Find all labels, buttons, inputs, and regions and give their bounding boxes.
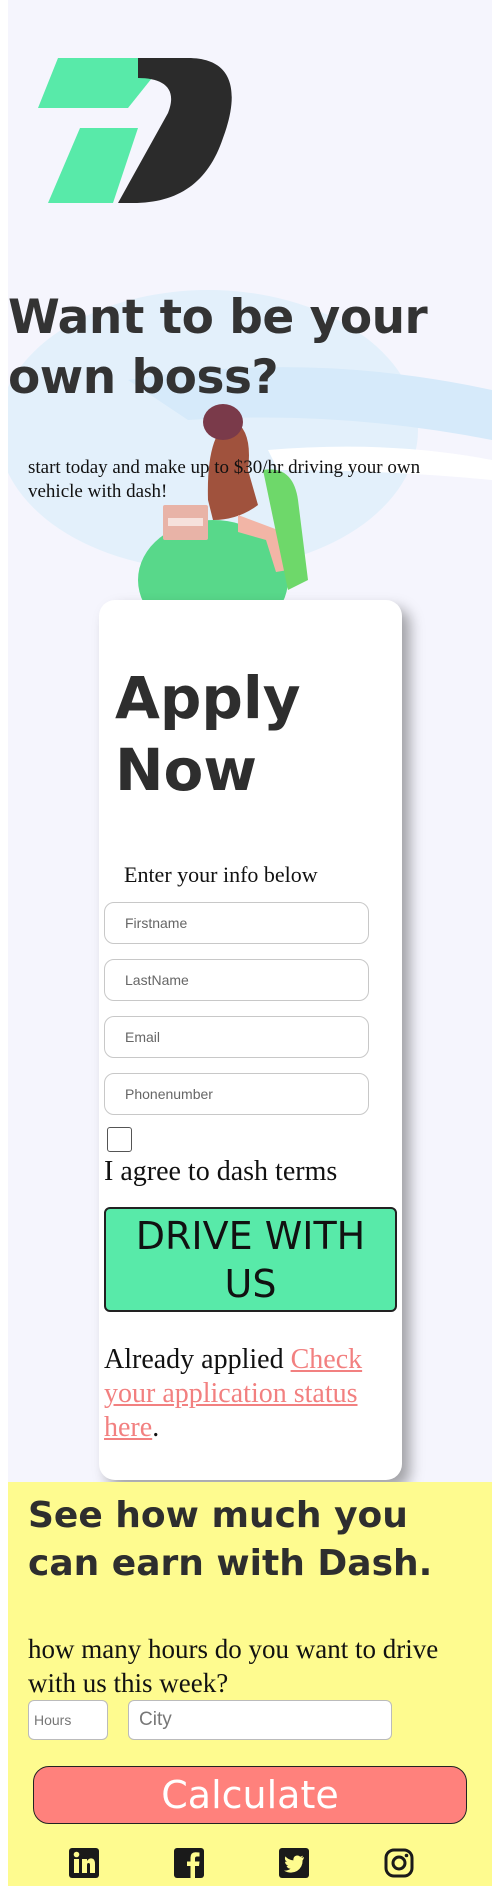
period: .	[152, 1412, 160, 1443]
drive-with-us-button[interactable]: DRIVE WITH US	[104, 1207, 397, 1312]
lastname-field[interactable]	[104, 959, 369, 1001]
terms-checkbox[interactable]	[107, 1127, 132, 1152]
twitter-icon[interactable]	[278, 1847, 310, 1879]
hours-input[interactable]	[28, 1700, 108, 1740]
facebook-icon[interactable]	[173, 1847, 205, 1879]
already-applied-text: Already applied Check your application s…	[104, 1343, 394, 1445]
calculator-question: how many hours do you want to drive with…	[28, 1634, 439, 1698]
phone-field[interactable]	[104, 1073, 369, 1115]
instagram-icon[interactable]	[383, 1847, 415, 1879]
hero-subtitle: start today and make up to $30/hr drivin…	[28, 457, 421, 502]
page: Want to be your own boss? start today an…	[8, 0, 492, 1886]
email-field[interactable]	[104, 1016, 369, 1058]
terms-label: I agree to dash terms	[104, 1156, 338, 1187]
linkedin-icon[interactable]	[68, 1847, 100, 1879]
dash-logo	[38, 58, 232, 203]
calculate-button[interactable]: Calculate	[33, 1766, 467, 1824]
firstname-field[interactable]	[104, 902, 369, 944]
hero-title: Want to be your own boss?	[8, 290, 428, 405]
earnings-calculator: See how much you can earn with Dash. how…	[8, 1482, 492, 1886]
social-links	[8, 1847, 492, 1883]
apply-card: Apply Now Enter your info below I agree …	[99, 600, 402, 1480]
apply-subtitle: Enter your info below	[124, 862, 318, 887]
apply-title: Apply Now	[115, 664, 301, 804]
calculator-title: See how much you can earn with Dash.	[28, 1495, 433, 1584]
already-applied-label: Already applied	[104, 1344, 291, 1375]
city-input[interactable]	[128, 1700, 392, 1740]
